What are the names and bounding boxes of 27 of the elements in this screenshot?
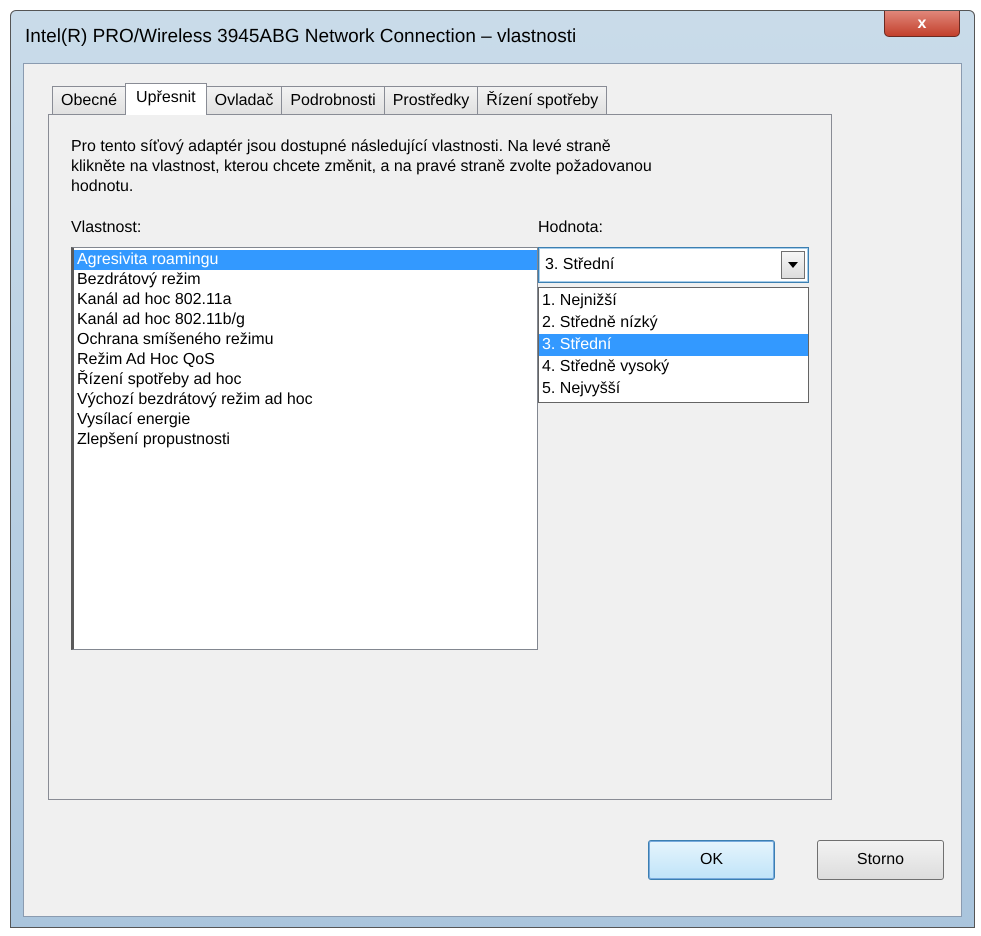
value-label: Hodnota: <box>538 219 604 237</box>
property-item[interactable]: Bezdrátový režim <box>74 270 537 290</box>
window-title: Intel(R) PRO/Wireless 3945ABG Network Connection – vlastnosti <box>24 26 576 48</box>
tab[interactable]: Ovladač <box>206 86 282 114</box>
property-label: Vlastnost: <box>71 219 142 237</box>
property-item[interactable]: Výchozí bezdrátový režim ad hoc <box>74 390 537 410</box>
property-item[interactable]: Ochrana smíšeného režimu <box>74 330 537 350</box>
dialog-button[interactable]: Storno <box>817 840 944 880</box>
tab[interactable]: Podrobnosti <box>281 86 385 114</box>
property-item[interactable]: Řízení spotřeby ad hoc <box>74 370 537 390</box>
tab[interactable]: Upřesnit <box>125 83 207 115</box>
value-dropdown[interactable]: 3. Střední <box>538 247 809 283</box>
property-item[interactable]: Kanál ad hoc 802.11b/g <box>74 310 537 330</box>
dropdown-option[interactable]: 1. Nejnižší <box>539 290 808 312</box>
dropdown-option[interactable]: 5. Nejvyšší <box>539 378 808 400</box>
description-text: Pro tento síťový adaptér jsou dostupné následující vlastnosti. Na levé straně klikněte na vlastnost, kterou chcete změnit, a na pravé straně zvolte požadovanou hodnotu. <box>71 137 653 197</box>
dialog-button[interactable]: OK <box>648 840 775 880</box>
property-item[interactable]: Vysílací energie <box>74 410 537 430</box>
dropdown-option[interactable]: 4. Středně vysoký <box>539 356 808 378</box>
close-button[interactable]: x <box>884 11 960 37</box>
property-item[interactable]: Kanál ad hoc 802.11a <box>74 290 537 310</box>
property-item[interactable]: Zlepšení propustnosti <box>74 430 537 450</box>
property-item[interactable]: Režim Ad Hoc QoS <box>74 350 537 370</box>
tab[interactable]: Prostředky <box>384 86 478 114</box>
tab[interactable]: Obecné <box>52 86 126 114</box>
tab[interactable]: Řízení spotřeby <box>477 86 608 114</box>
dropdown-option[interactable]: 2. Středně nízký <box>539 312 808 334</box>
